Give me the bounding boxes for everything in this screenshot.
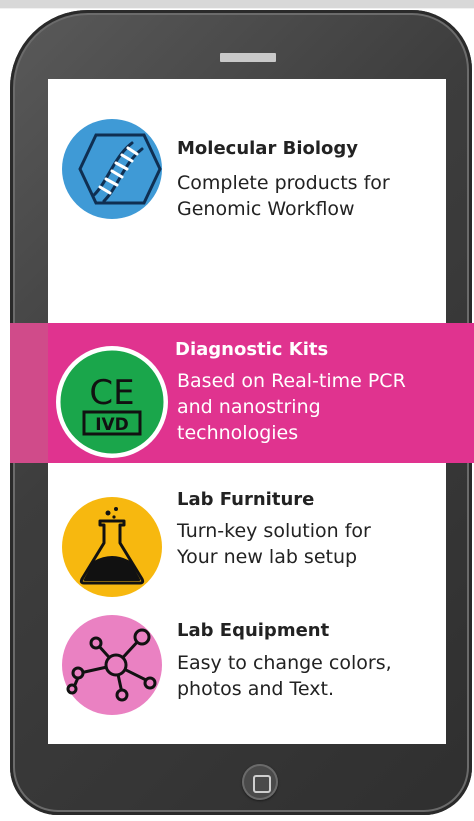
speaker-slot (220, 53, 276, 62)
home-button[interactable] (242, 764, 278, 800)
list-item-diagnostic-kits[interactable]: CE IVD Diagnostic Kits Based on Real-tim… (48, 249, 446, 463)
item-description-line: technologies (177, 422, 299, 444)
item-description: Easy to change colors, photos and Text. (177, 650, 442, 702)
home-icon (253, 775, 271, 793)
item-description-line: Your new lab setup (177, 546, 358, 568)
item-title: Molecular Biology (177, 138, 359, 159)
top-border (0, 0, 474, 8)
item-description-line: Complete products for (177, 172, 390, 194)
active-item-highlight-edge (10, 323, 48, 463)
list-item-lab-furniture[interactable]: Lab Furniture Turn-key solution for Your… (48, 463, 446, 597)
network-icon (60, 613, 164, 717)
item-description: Based on Real-time PCR and nanostring te… (177, 368, 442, 446)
item-title: Diagnostic Kits (175, 339, 329, 360)
list-item-molecular-biology[interactable]: Molecular Biology Complete products for … (48, 79, 446, 249)
item-description-line: Based on Real-time PCR (177, 370, 406, 392)
phone-screen: Molecular Biology Complete products for … (10, 79, 474, 744)
ce-ivd-icon: CE IVD (56, 346, 168, 458)
item-description-line: Turn-key solution for (177, 520, 371, 542)
item-description: Complete products for Genomic Workflow (177, 170, 442, 222)
ivd-mark: IVD (95, 415, 129, 435)
item-description-line: and nanostring (177, 396, 321, 418)
ce-mark: CE (89, 373, 134, 413)
item-description: Turn-key solution for Your new lab setup (177, 518, 442, 570)
item-title: Lab Furniture (177, 489, 315, 510)
flask-icon (60, 495, 164, 599)
item-description-line: photos and Text. (177, 678, 334, 700)
item-title: Lab Equipment (177, 620, 330, 641)
phone-frame: Molecular Biology Complete products for … (10, 10, 474, 815)
item-description-line: Easy to change colors, (177, 652, 392, 674)
item-description-line: Genomic Workflow (177, 198, 355, 220)
list-item-lab-equipment[interactable]: Lab Equipment Easy to change colors, pho… (48, 593, 446, 733)
dna-icon (60, 117, 164, 221)
top-border-highlight (0, 8, 474, 9)
